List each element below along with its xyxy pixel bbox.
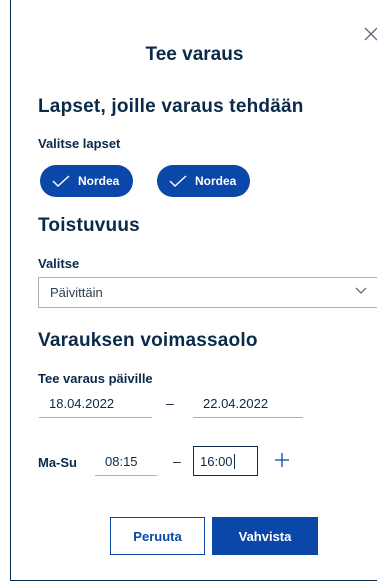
- close-icon[interactable]: [363, 26, 377, 42]
- start-date-input[interactable]: 18.04.2022: [39, 390, 152, 418]
- child-chip-2[interactable]: Nordea: [157, 165, 251, 197]
- cancel-button[interactable]: Peruuta: [110, 517, 205, 555]
- chip-label: Nordea: [78, 174, 120, 188]
- date-label: Tee varaus päiville: [38, 371, 153, 386]
- check-icon: [52, 175, 70, 187]
- children-heading: Lapset, joille varaus tehdään: [38, 96, 304, 117]
- recurrence-select[interactable]: Päivittäin: [38, 277, 377, 308]
- children-label: Valitse lapset: [38, 136, 121, 151]
- confirm-button[interactable]: Vahvista: [212, 517, 318, 555]
- start-time-input[interactable]: 08:15: [95, 448, 157, 476]
- end-date-input[interactable]: 22.04.2022: [193, 390, 303, 418]
- dialog-title: Tee varaus: [145, 44, 244, 65]
- text-caret: [233, 453, 235, 469]
- check-icon: [169, 175, 187, 187]
- reservation-dialog: Tee varaus Lapset, joille varaus tehdään…: [10, 0, 377, 581]
- recurrence-selected-value: Päivittäin: [50, 285, 103, 300]
- end-time-value: 16:00: [200, 453, 233, 469]
- child-chip-1[interactable]: Nordea: [40, 165, 134, 197]
- recurrence-label: Valitse: [38, 256, 80, 271]
- time-range-dash: –: [173, 453, 181, 469]
- recurrence-heading: Toistuvuus: [38, 215, 140, 236]
- chip-label: Nordea: [195, 174, 237, 188]
- validity-heading: Varauksen voimassaolo: [38, 330, 258, 351]
- plus-icon[interactable]: [274, 452, 290, 468]
- end-time-input[interactable]: 16:00: [193, 446, 258, 476]
- chevron-down-icon: [355, 287, 367, 294]
- day-range-label: Ma-Su: [38, 455, 77, 470]
- date-range-dash: –: [166, 395, 174, 411]
